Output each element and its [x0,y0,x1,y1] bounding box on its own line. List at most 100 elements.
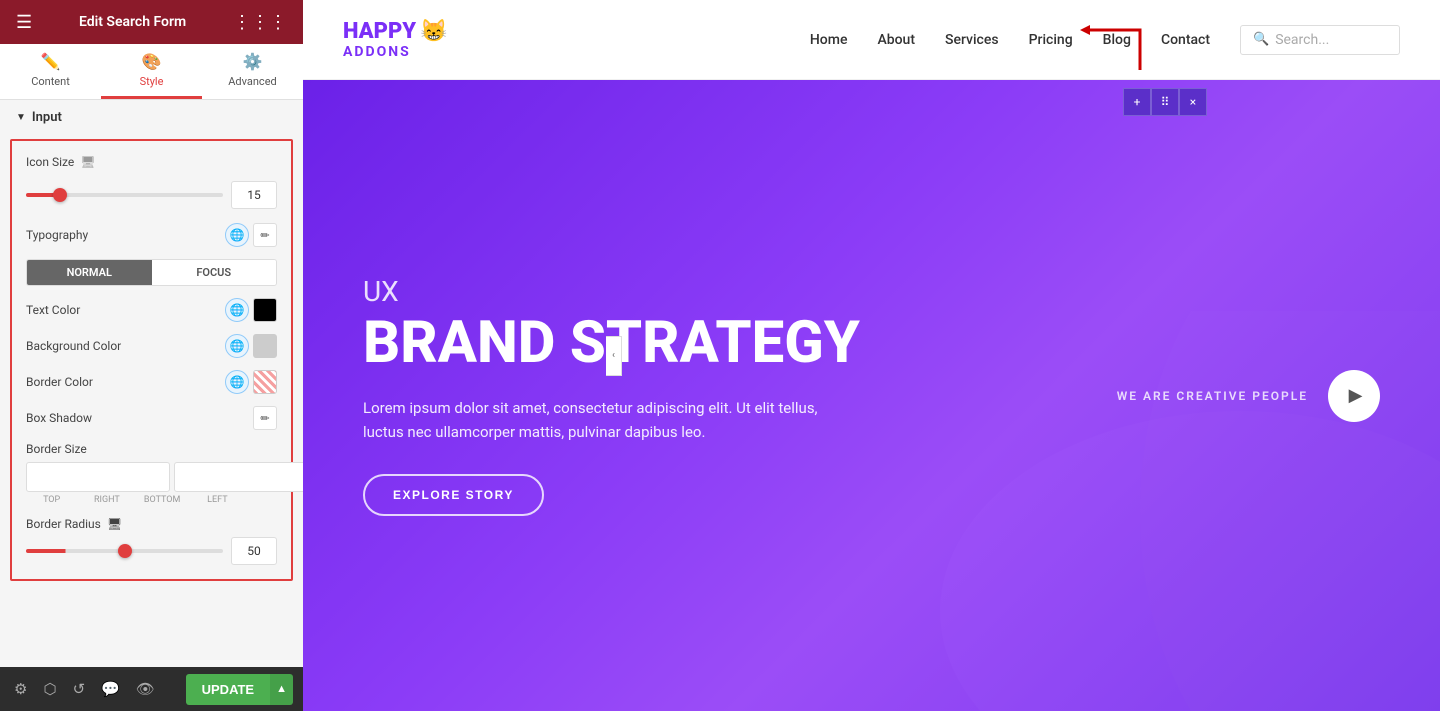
bg-color-globe-btn[interactable]: 🌐 [225,334,249,358]
play-button[interactable]: ▶ [1328,370,1380,422]
toolbar-add-btn[interactable]: + [1123,88,1151,116]
collapse-panel-btn[interactable]: ‹ [606,336,622,376]
input-settings-box: Icon Size 🖥 15 Typography 🌐 ✏ [10,139,293,581]
border-size-label: Border Size [26,442,277,456]
grid-icon[interactable]: ⋮⋮⋮ [233,12,287,33]
logo-happy: HAPPY [343,21,416,43]
visibility-icon[interactable]: 👁 [132,676,159,702]
update-group: UPDATE ▲ [186,674,293,705]
logo-emoji: 😸 [420,19,447,44]
hamburger-icon[interactable]: ☰ [16,12,32,33]
input-section-header[interactable]: ▼ Input [0,100,303,135]
bg-color-controls: 🌐 [225,334,277,358]
history-icon[interactable]: ↺ [69,676,90,702]
border-input-labels: TOP RIGHT BOTTOM LEFT [26,495,277,505]
panel-tabs: ✏️ Content 🎨 Style ⚙️ Advanced [0,44,303,100]
hero-content: UX BRAND STRATEGY Lorem ipsum dolor sit … [363,275,860,516]
style-tab-icon: 🎨 [142,52,162,71]
red-arrow [1070,15,1150,79]
border-radius-value: 50 [231,537,277,565]
comments-icon[interactable]: 💬 [97,676,124,702]
text-color-globe-btn[interactable]: 🌐 [225,298,249,322]
advanced-tab-icon: ⚙️ [243,52,263,71]
icon-size-row: Icon Size 🖥 [18,149,285,175]
right-panel: HAPPY 😸 ADDONS Home About Services Prici… [303,0,1440,711]
state-tabs: NORMAL FOCUS [26,259,277,286]
bottom-label: BOTTOM [137,495,188,505]
hero-subtitle: UX [363,275,860,308]
right-label: RIGHT [81,495,132,505]
nav-pricing[interactable]: Pricing [1029,32,1073,48]
section-arrow-icon: ▼ [16,112,26,123]
border-color-swatch[interactable] [253,370,277,394]
search-box[interactable]: 🔍 Search... [1240,25,1400,55]
typography-edit-btn[interactable]: ✏ [253,223,277,247]
border-size-section: Border Size 🔗 TOP RIGHT BOTTOM LEFT [18,436,285,511]
normal-tab[interactable]: NORMAL [27,260,152,285]
panel-header: ☰ Edit Search Form ⋮⋮⋮ [0,0,303,44]
content-tab-icon: ✏️ [41,52,61,71]
icon-size-slider[interactable] [26,193,223,197]
we-are-text: WE ARE CREATIVE PEOPLE [1117,389,1308,403]
toolbar-close-btn[interactable]: × [1179,88,1207,116]
panel-title: Edit Search Form [79,14,186,30]
input-section-label: Input [32,110,62,125]
border-color-controls: 🌐 [225,370,277,394]
nav-services[interactable]: Services [945,32,999,48]
layers-icon[interactable]: ⬡ [39,676,60,702]
left-panel: ☰ Edit Search Form ⋮⋮⋮ ✏️ Content 🎨 Styl… [0,0,303,711]
monitor-icon: 🖥 [80,155,95,169]
border-right-input[interactable] [174,462,303,492]
box-shadow-edit-btn[interactable]: ✏ [253,406,277,430]
update-dropdown-btn[interactable]: ▲ [270,674,293,705]
update-button[interactable]: UPDATE [186,674,270,705]
box-shadow-row: Box Shadow ✏ [18,400,285,436]
text-color-controls: 🌐 [225,298,277,322]
explore-story-btn[interactable]: EXPLORE STORY [363,474,544,516]
typography-label: Typography [26,228,88,242]
logo-addons: ADDONS [343,44,411,60]
box-shadow-label: Box Shadow [26,411,92,425]
slider-row: 15 [26,181,277,209]
icon-size-slider-container: 15 [18,177,285,217]
typography-controls: 🌐 ✏ [225,223,277,247]
left-label: LEFT [192,495,243,505]
tab-style[interactable]: 🎨 Style [101,44,202,99]
site-header: HAPPY 😸 ADDONS Home About Services Prici… [303,0,1440,80]
typography-globe-btn[interactable]: 🌐 [225,223,249,247]
play-icon: ▶ [1349,385,1363,406]
border-inputs-row: 🔗 [26,462,277,492]
border-radius-label: Border Radius 🖥 [26,517,277,531]
tab-content[interactable]: ✏️ Content [0,44,101,99]
search-placeholder: Search... [1275,32,1329,48]
hero-section: UX BRAND STRATEGY Lorem ipsum dolor sit … [303,80,1440,711]
nav-home[interactable]: Home [810,32,848,48]
border-color-label: Border Color [26,375,93,389]
icon-size-label: Icon Size 🖥 [26,155,96,169]
nav-about[interactable]: About [877,32,915,48]
border-radius-section: Border Radius 🖥 50 [18,511,285,571]
hero-right: WE ARE CREATIVE PEOPLE ▶ [1117,370,1380,422]
panel-content: ▼ Input Icon Size 🖥 15 Typography [0,100,303,667]
typography-row: Typography 🌐 ✏ [18,217,285,253]
toolbar-move-btn[interactable]: ⠿ [1151,88,1179,116]
element-toolbar: + ⠿ × [1123,88,1207,116]
border-color-globe-btn[interactable]: 🌐 [225,370,249,394]
border-radius-monitor-icon: 🖥 [107,517,122,531]
bg-color-swatch[interactable] [253,334,277,358]
style-tab-label: Style [140,75,164,88]
icon-size-value: 15 [231,181,277,209]
hero-description: Lorem ipsum dolor sit amet, consectetur … [363,396,843,444]
search-icon: 🔍 [1253,32,1269,47]
settings-icon[interactable]: ⚙ [10,676,31,702]
text-color-swatch[interactable] [253,298,277,322]
border-top-input[interactable] [26,462,170,492]
background-color-label: Background Color [26,339,121,353]
tab-advanced[interactable]: ⚙️ Advanced [202,44,303,99]
nav-contact[interactable]: Contact [1161,32,1210,48]
advanced-tab-label: Advanced [228,75,276,88]
border-radius-slider-row: 50 [26,537,277,565]
focus-tab[interactable]: FOCUS [152,260,277,285]
border-radius-slider[interactable] [26,549,223,553]
top-label: TOP [26,495,77,505]
